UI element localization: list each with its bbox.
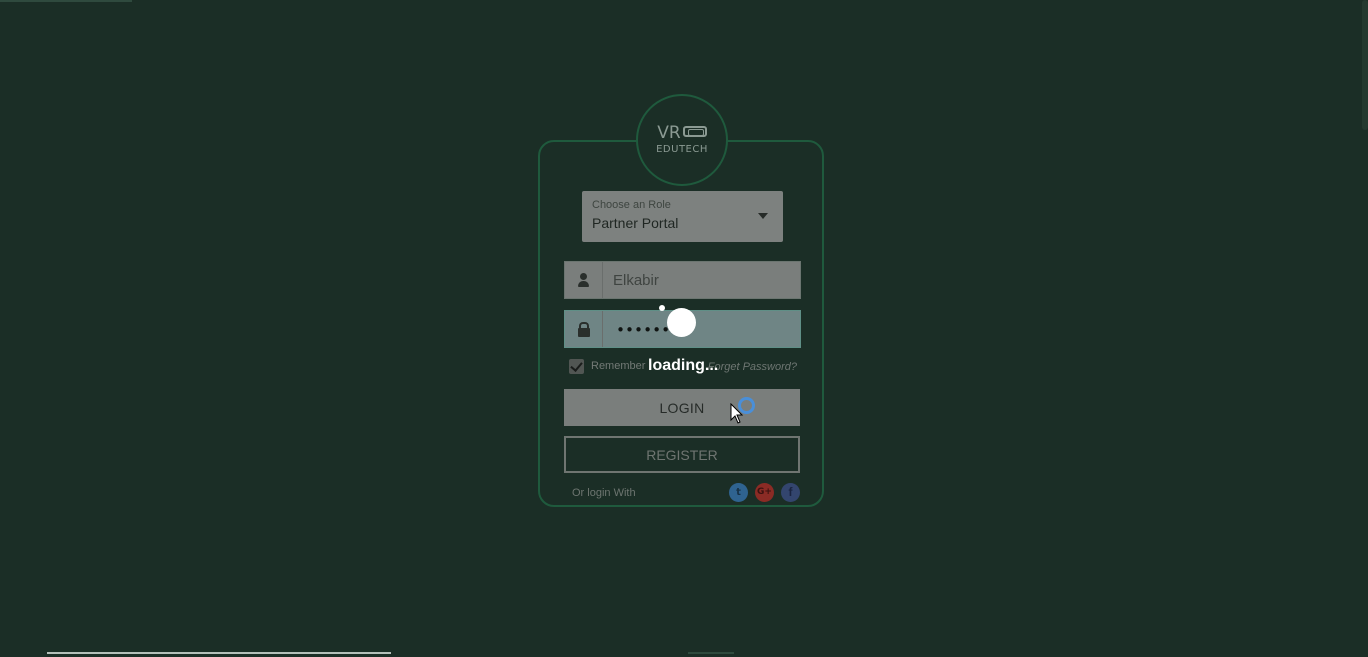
role-select[interactable]: Choose an Role Partner Portal xyxy=(582,191,783,242)
role-select-value: Partner Portal xyxy=(592,215,679,231)
lock-icon xyxy=(565,311,603,347)
loader-dot xyxy=(659,305,665,311)
loader-circle xyxy=(667,308,696,337)
vr-goggles-icon xyxy=(682,126,707,137)
check-icon xyxy=(570,359,583,372)
bottom-progress-line xyxy=(47,652,391,654)
bottom-indicator xyxy=(688,652,734,654)
facebook-icon[interactable]: f xyxy=(781,483,800,502)
forgot-password-link[interactable]: Forget Password? xyxy=(708,361,797,373)
social-login-label: Or login With xyxy=(572,487,636,499)
logo-vr-text: VR xyxy=(657,123,681,143)
user-icon xyxy=(565,262,603,298)
logo: VR EDUTECH xyxy=(636,94,728,186)
username-field xyxy=(564,261,801,299)
scrollbar[interactable] xyxy=(1362,0,1368,130)
logo-mark: VR xyxy=(638,124,726,142)
logo-subtitle: EDUTECH xyxy=(656,144,708,155)
login-page: VR EDUTECH Choose an Role Partner Portal… xyxy=(0,0,1368,657)
twitter-icon[interactable]: t xyxy=(729,483,748,502)
login-button[interactable]: LOGIN xyxy=(564,389,800,426)
role-select-label: Choose an Role xyxy=(592,199,671,211)
remember-checkbox[interactable] xyxy=(569,359,584,374)
caret-down-icon xyxy=(758,213,768,219)
remember-label: Remember xyxy=(591,360,646,372)
register-button[interactable]: REGISTER xyxy=(564,436,800,473)
top-progress-line xyxy=(0,0,132,2)
username-input[interactable] xyxy=(613,262,793,298)
loading-text: loading... xyxy=(648,357,719,374)
google-plus-icon[interactable]: G+ xyxy=(755,483,774,502)
